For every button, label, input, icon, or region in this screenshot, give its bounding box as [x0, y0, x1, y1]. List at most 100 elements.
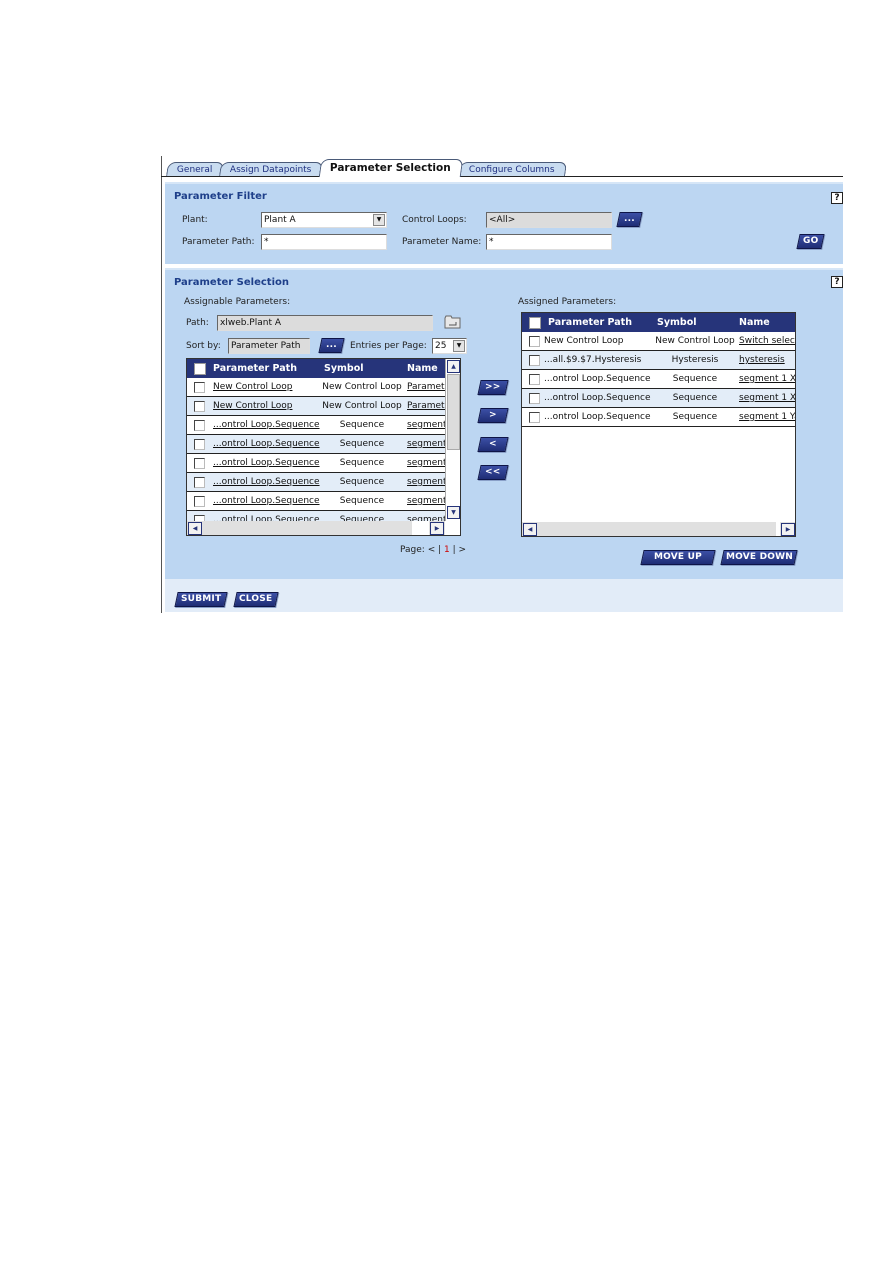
table-row[interactable]: ...ontrol Loop.Sequence Sequence segment	[187, 416, 445, 435]
row-checkbox[interactable]	[194, 458, 205, 469]
folder-up-icon[interactable]	[444, 314, 461, 329]
cell-name[interactable]: segment 1 Xb	[739, 393, 795, 403]
prev-page-link[interactable]: <	[428, 545, 436, 555]
cell-name[interactable]: segment 1 Xa	[739, 374, 795, 384]
row-checkbox[interactable]	[194, 496, 205, 507]
remove-all-button[interactable]: <<	[477, 465, 509, 480]
cell-parameter-path[interactable]: ...ontrol Loop.Sequence	[213, 439, 323, 449]
scroll-right-icon[interactable]: ▶	[430, 522, 444, 535]
row-checkbox[interactable]	[529, 393, 540, 404]
horizontal-scrollbar[interactable]: ◀ ▶	[187, 521, 445, 535]
cell-name[interactable]: Parameter	[407, 382, 445, 392]
cell-name[interactable]: Switch select	[739, 336, 795, 346]
table-row[interactable]: New Control Loop New Control Loop Switch s…	[522, 332, 795, 351]
tab-general[interactable]: General	[165, 162, 225, 177]
control-loops-field[interactable]: <All>	[486, 212, 612, 228]
row-checkbox[interactable]	[529, 355, 540, 366]
control-loops-browse-button[interactable]: ...	[616, 212, 643, 227]
row-checkbox[interactable]	[529, 336, 540, 347]
parameter-path-input[interactable]: *	[261, 234, 387, 250]
table-row[interactable]: New Control LoopNew Control Loop Paramete…	[187, 397, 445, 416]
scroll-thumb[interactable]	[412, 521, 429, 535]
cell-name[interactable]: segment	[407, 420, 445, 430]
cell-parameter-path[interactable]: ...ontrol Loop.Sequence	[213, 496, 323, 506]
select-all-checkbox[interactable]	[194, 363, 206, 375]
horizontal-scrollbar[interactable]: ◀ ▶	[522, 522, 795, 536]
close-button[interactable]: CLOSE	[233, 592, 279, 607]
table-row[interactable]: ...ontrol Loop.Sequence Sequence segment 1…	[522, 389, 795, 408]
cell-parameter-path: ...all.$9.$7.Hysteresis	[544, 355, 642, 365]
submit-label: SUBMIT	[180, 594, 222, 604]
cell-parameter-path[interactable]: New Control Loop	[213, 401, 323, 411]
table-row[interactable]: ...all.$9.$7.Hysteresis Hysteresis hystere…	[522, 351, 795, 370]
help-icon[interactable]: ?	[831, 276, 843, 288]
cell-name[interactable]: segment	[407, 458, 445, 468]
remove-button[interactable]: <	[477, 437, 509, 452]
add-button[interactable]: >	[477, 408, 509, 423]
tab-parameter-selection[interactable]: Parameter Selection	[318, 159, 463, 177]
select-all-checkbox[interactable]	[529, 317, 541, 329]
cell-parameter-path[interactable]: New Control Loop	[213, 382, 323, 392]
tab-configure-columns-label: Configure Columns	[468, 165, 555, 175]
row-checkbox[interactable]	[194, 382, 205, 393]
column-header-symbol[interactable]: Symbol	[324, 363, 364, 374]
chevron-down-icon[interactable]: ▼	[373, 214, 385, 226]
row-checkbox[interactable]	[194, 401, 205, 412]
cell-name[interactable]: hysteresis	[739, 355, 795, 365]
cell-parameter-path[interactable]: ...ontrol Loop.Sequence	[213, 458, 323, 468]
table-row[interactable]: ...ontrol Loop.Sequence Sequence segment	[187, 492, 445, 511]
row-checkbox[interactable]	[529, 412, 540, 423]
column-header-name[interactable]: Name	[407, 363, 438, 374]
cell-parameter-path[interactable]: ...ontrol Loop.Sequence	[213, 420, 323, 430]
parameter-name-input[interactable]: *	[486, 234, 612, 250]
scroll-right-icon[interactable]: ▶	[781, 523, 795, 536]
column-header-symbol[interactable]: Symbol	[657, 317, 697, 328]
cell-parameter-path[interactable]: ...ontrol Loop.Sequence	[213, 477, 323, 487]
tab-parameter-selection-label: Parameter Selection	[329, 162, 451, 174]
help-icon[interactable]: ?	[831, 192, 843, 204]
table-row[interactable]: ...ontrol Loop.Sequence Sequence segment	[187, 435, 445, 454]
current-page-link[interactable]: 1	[444, 545, 450, 555]
plant-select[interactable]: Plant A ▼	[261, 212, 387, 228]
cell-name[interactable]: segment	[407, 439, 445, 449]
table-row[interactable]: ...ontrol Loop.Sequence Sequence segment 1…	[522, 408, 795, 427]
vertical-scrollbar[interactable]: ▲ ▼	[445, 359, 460, 521]
column-header-parameter-path[interactable]: Parameter Path	[548, 317, 632, 328]
entries-per-page-select[interactable]: 25 ▼	[432, 338, 467, 354]
add-all-button[interactable]: >>	[477, 380, 509, 395]
parameter-filter-section: Parameter Filter ? Plant: Plant A ▼ Cont…	[165, 182, 843, 264]
scroll-down-icon[interactable]: ▼	[447, 506, 460, 519]
chevron-down-icon[interactable]: ▼	[453, 340, 465, 352]
table-row[interactable]: New Control LoopNew Control Loop Paramete…	[187, 378, 445, 397]
scroll-left-icon[interactable]: ◀	[523, 523, 537, 536]
row-checkbox[interactable]	[194, 477, 205, 488]
row-checkbox[interactable]	[194, 439, 205, 450]
table-row[interactable]: ...ontrol Loop.Sequence Sequence segment 1…	[522, 370, 795, 389]
tab-assign-datapoints[interactable]: Assign Datapoints	[219, 162, 324, 177]
row-checkbox[interactable]	[194, 420, 205, 431]
cell-name[interactable]: segment	[407, 477, 445, 487]
cell-name[interactable]: segment	[407, 496, 445, 506]
tab-configure-columns[interactable]: Configure Columns	[457, 162, 567, 177]
column-header-name[interactable]: Name	[739, 317, 770, 328]
move-up-button[interactable]: MOVE UP	[640, 550, 716, 565]
cell-name[interactable]: Parameter	[407, 401, 445, 411]
table-row[interactable]: ...ontrol Loop.Sequence Sequence segment	[187, 473, 445, 492]
table-row[interactable]: ...ontrol Loop.Sequence Sequence segment	[187, 454, 445, 473]
scroll-thumb[interactable]	[447, 374, 460, 450]
next-page-link[interactable]: >	[459, 545, 467, 555]
plant-label: Plant:	[182, 215, 208, 225]
cell-symbol: Sequence	[339, 496, 385, 506]
move-down-button[interactable]: MOVE DOWN	[720, 550, 798, 565]
column-header-parameter-path[interactable]: Parameter Path	[213, 363, 297, 374]
cell-symbol: Sequence	[672, 412, 718, 422]
scroll-up-icon[interactable]: ▲	[447, 360, 460, 373]
scroll-left-icon[interactable]: ◀	[188, 522, 202, 535]
go-button[interactable]: GO	[796, 234, 825, 249]
row-checkbox[interactable]	[529, 374, 540, 385]
submit-button[interactable]: SUBMIT	[174, 592, 228, 607]
sort-by-browse-button[interactable]: ...	[318, 338, 345, 353]
assigned-parameters-label: Assigned Parameters:	[518, 297, 617, 307]
cell-name[interactable]: segment 1 Ya	[739, 412, 795, 422]
cell-symbol: Sequence	[672, 374, 718, 384]
